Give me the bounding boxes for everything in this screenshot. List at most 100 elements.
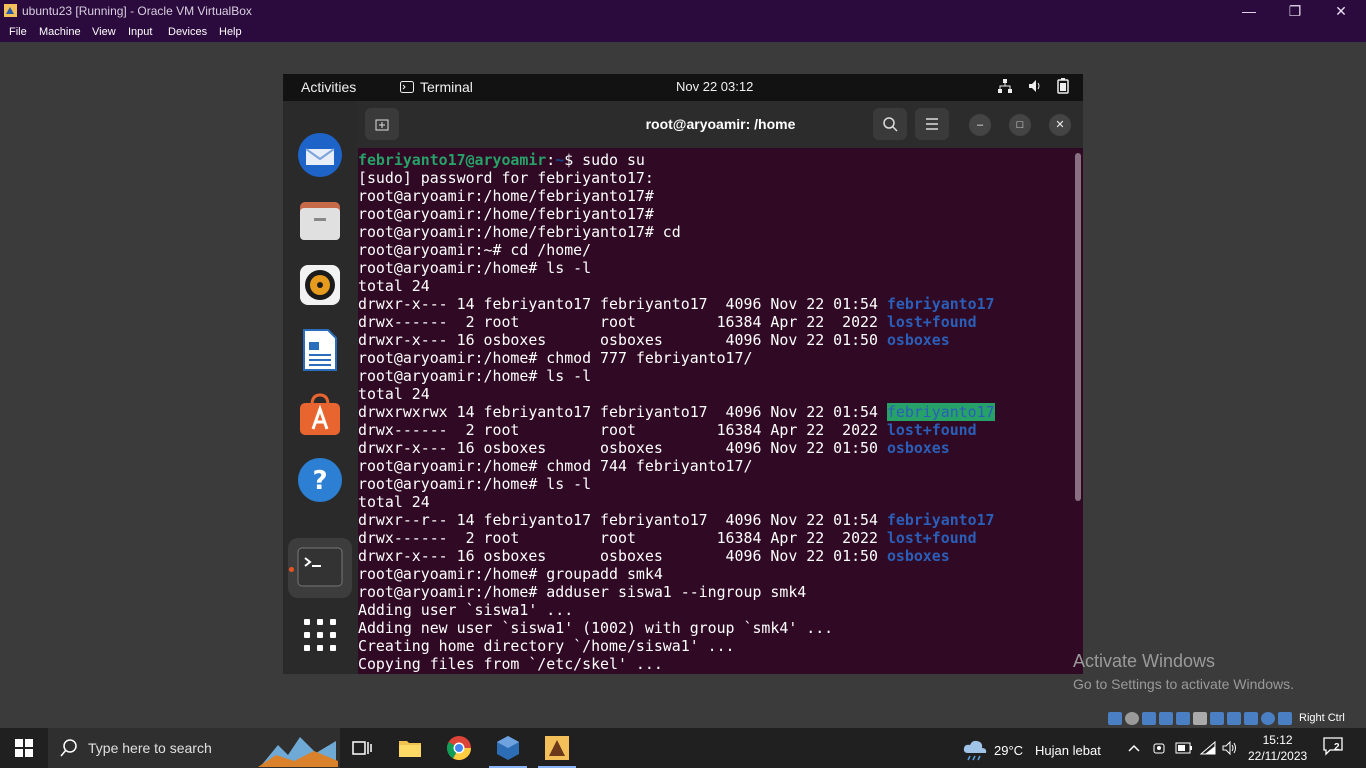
terminal-line: root@aryoamir:/home# ls -l: [358, 367, 1072, 385]
restore-button[interactable]: ❐: [1272, 0, 1318, 22]
top-bar-clock[interactable]: Nov 22 03:12: [676, 79, 753, 94]
terminal-text-segment: root@aryoamir:/home/febriyanto17# cd: [358, 223, 681, 241]
terminal-text-segment: total 24: [358, 493, 430, 511]
terminal-window[interactable]: root@aryoamir: /home – □ ✕ febriyanto17@…: [358, 101, 1083, 674]
gnome-top-bar: Activities Terminal Nov 22 03:12: [283, 74, 1083, 101]
rhythmbox-icon[interactable]: [296, 261, 344, 309]
terminal-text-segment: febriyanto17: [886, 295, 995, 313]
terminal-line: root@aryoamir:/home# chmod 777 febriyant…: [358, 349, 1072, 367]
terminal-close-button[interactable]: ✕: [1049, 114, 1071, 136]
usb-icon[interactable]: [1176, 711, 1190, 725]
terminal-line: drwxr--r-- 14 febriyanto17 febriyanto17 …: [358, 511, 1072, 529]
menu-devices[interactable]: Devices: [168, 26, 207, 38]
clock-time: 15:12: [1262, 733, 1293, 747]
battery-icon[interactable]: [1175, 741, 1193, 755]
chevron-up-icon[interactable]: [1127, 742, 1141, 754]
virtualbox-taskbar-icon[interactable]: [492, 732, 524, 764]
network-adapter-icon[interactable]: [1159, 711, 1173, 725]
speaker-icon[interactable]: [1221, 740, 1239, 756]
terminal-text-segment: root@aryoamir:/home# ls -l: [358, 259, 592, 277]
terminal-line: Adding new user `siswa1' (1002) with gro…: [358, 619, 1072, 637]
terminal-maximize-button[interactable]: □: [1009, 114, 1031, 136]
virtualization-icon[interactable]: [1244, 711, 1258, 725]
terminal-line: febriyanto17@aryoamir:~$ sudo su: [358, 151, 1072, 169]
menu-button[interactable]: [915, 108, 949, 140]
terminal-line: root@aryoamir:/home# groupadd smk4: [358, 565, 1072, 583]
activities-button[interactable]: Activities: [301, 79, 356, 95]
terminal-text-segment: drwxr-x--- 16 osboxes osboxes 4096 Nov 2…: [358, 547, 887, 565]
notification-icon: [1323, 737, 1343, 756]
hard-disk-icon[interactable]: [1125, 711, 1139, 725]
recording-icon[interactable]: [1227, 711, 1241, 725]
vm-window-icon[interactable]: [541, 732, 573, 764]
terminal-icon: [297, 547, 343, 587]
app-name: Terminal: [420, 79, 473, 95]
chrome-icon[interactable]: [443, 732, 475, 764]
menu-machine[interactable]: Machine: [39, 26, 81, 38]
cpu-icon[interactable]: [1261, 711, 1275, 725]
terminal-line: Copying files from `/etc/skel' ...: [358, 655, 1072, 673]
terminal-text-segment: drwx------ 2 root root 16384 Apr 22 2022: [358, 313, 887, 331]
terminal-text-segment: osboxes: [886, 331, 950, 349]
terminal-output[interactable]: febriyanto17@aryoamir:~$ sudo su [sudo] p…: [358, 148, 1072, 674]
weather-temp: 29°C: [994, 742, 1024, 758]
terminal-text-segment: :: [546, 151, 556, 169]
terminal-text-segment: drwxr--r-- 14 febriyanto17 febriyanto17 …: [358, 511, 887, 529]
volume-icon: [1029, 80, 1040, 92]
meet-now-icon[interactable]: [1151, 740, 1167, 756]
terminal-dock-item[interactable]: [288, 538, 352, 598]
terminal-text-segment: ~: [555, 151, 565, 169]
guest-screen[interactable]: Activities Terminal Nov 22 03:12 ? root@…: [283, 74, 1083, 674]
weather-widget[interactable]: 29°C Hujan lebat: [962, 739, 1101, 761]
terminal-minimize-button[interactable]: –: [969, 114, 991, 136]
writer-icon[interactable]: [296, 326, 344, 374]
terminal-text-segment: root@aryoamir:/home/febriyanto17#: [358, 205, 654, 223]
thunderbird-icon[interactable]: [296, 131, 344, 179]
files-icon[interactable]: [296, 196, 344, 244]
terminal-line: root@aryoamir:/home# chmod 744 febriyant…: [358, 457, 1072, 475]
terminal-line: root@aryoamir:/home/febriyanto17#: [358, 187, 1072, 205]
terminal-text-segment: febriyanto17: [886, 511, 995, 529]
menu-view[interactable]: View: [92, 26, 116, 38]
audio-icon[interactable]: [1142, 711, 1156, 725]
terminal-text-segment: lost+found: [886, 529, 977, 547]
menu-file[interactable]: File: [9, 26, 27, 38]
terminal-line: root@aryoamir:/home/febriyanto17# cd: [358, 223, 1072, 241]
search-icon: [60, 739, 77, 757]
terminal-line: root@aryoamir:/home/febriyanto17#: [358, 205, 1072, 223]
wifi-icon[interactable]: [1199, 740, 1217, 756]
terminal-text-segment: febriyanto17@aryoamir: [358, 151, 547, 169]
terminal-line: Creating home directory `/home/siswa1' .…: [358, 637, 1072, 655]
terminal-text-segment: drwxr-x--- 16 osboxes osboxes 4096 Nov 2…: [358, 439, 887, 457]
terminal-line: drwxr-x--- 16 osboxes osboxes 4096 Nov 2…: [358, 547, 1072, 565]
terminal-scrollbar[interactable]: [1075, 153, 1081, 501]
notification-button[interactable]: 2: [1322, 736, 1348, 760]
software-icon[interactable]: [296, 391, 344, 439]
minimize-button[interactable]: —: [1226, 0, 1272, 22]
taskbar-search[interactable]: Type here to search: [48, 728, 340, 768]
terminal-line: drwx------ 2 root root 16384 Apr 22 2022…: [358, 529, 1072, 547]
mouse-integration-icon[interactable]: [1278, 711, 1292, 725]
terminal-text-segment: root@aryoamir:/home# chmod 744 febriyant…: [358, 457, 753, 475]
display-icon[interactable]: [1210, 711, 1224, 725]
terminal-text-segment: total 24: [358, 277, 430, 295]
terminal-text-segment: Copying files from `/etc/skel' ...: [358, 655, 663, 673]
start-button[interactable]: [0, 728, 48, 768]
taskbar-clock[interactable]: 15:12 22/11/2023: [1248, 732, 1307, 764]
optical-drive-icon[interactable]: [1108, 711, 1122, 725]
close-button[interactable]: ✕: [1318, 0, 1364, 22]
task-view-icon[interactable]: [346, 732, 378, 764]
app-menu[interactable]: Terminal: [400, 79, 473, 95]
menu-input[interactable]: Input: [128, 26, 152, 38]
file-explorer-icon[interactable]: [394, 732, 426, 764]
windows-taskbar: Type here to search 29°C Hujan lebat 15:…: [0, 728, 1366, 768]
menu-help[interactable]: Help: [219, 26, 242, 38]
shared-folders-icon[interactable]: [1193, 711, 1207, 725]
terminal-line: total 24: [358, 493, 1072, 511]
terminal-text-segment: root@aryoamir:/home# chmod 777 febriyant…: [358, 349, 753, 367]
system-menu[interactable]: [997, 78, 1069, 94]
search-button[interactable]: [873, 108, 907, 140]
help-icon[interactable]: ?: [296, 456, 344, 504]
terminal-line: Adding user `siswa1' ...: [358, 601, 1072, 619]
show-apps-icon[interactable]: [296, 611, 344, 659]
